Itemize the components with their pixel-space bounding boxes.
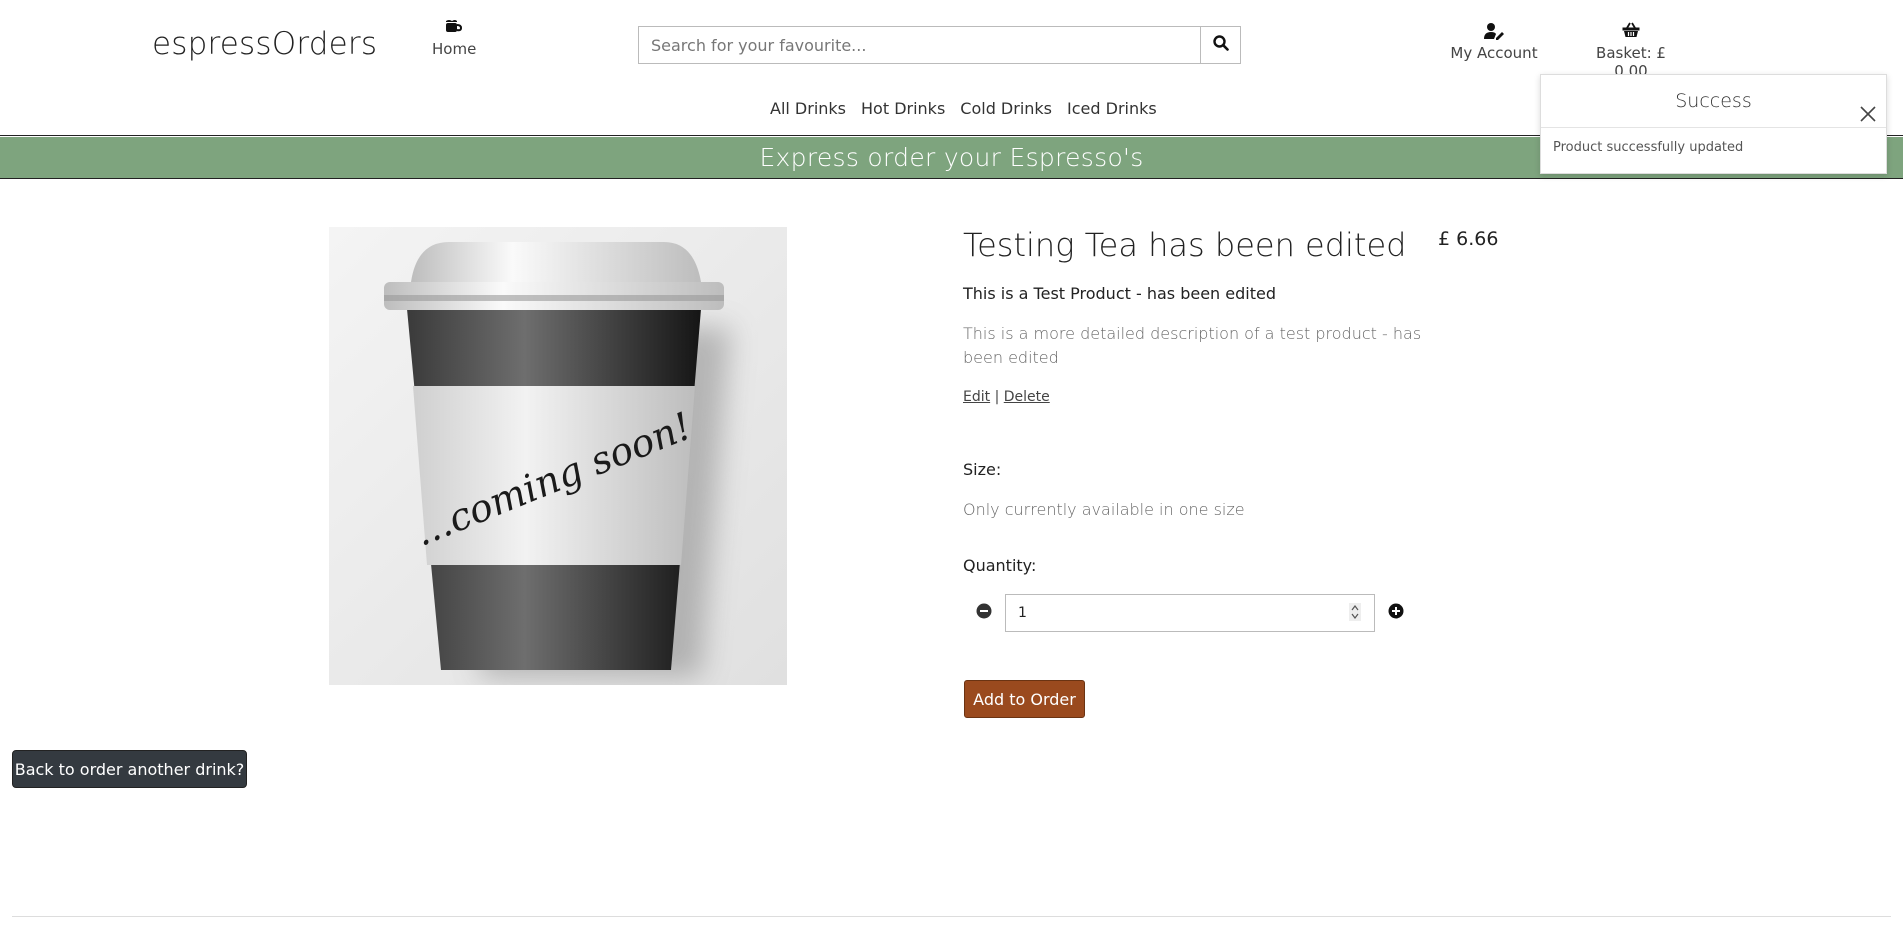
quantity-value: 1 xyxy=(1018,605,1027,621)
size-label: Size: xyxy=(963,460,1002,479)
search-button[interactable] xyxy=(1200,26,1241,64)
nav-basket-link[interactable]: Basket: £ 0.00 xyxy=(1578,22,1684,80)
add-to-order-button[interactable]: Add to Order xyxy=(964,680,1085,718)
category-iced-drinks[interactable]: Iced Drinks xyxy=(1067,99,1157,118)
toast-message: Product successfully updated xyxy=(1553,140,1744,155)
plus-circle-icon xyxy=(1388,603,1404,623)
delete-link[interactable]: Delete xyxy=(1004,389,1050,405)
site-logo[interactable]: espressOrders xyxy=(152,26,377,62)
product-long-description: This is a more detailed description of a… xyxy=(963,324,1422,367)
quantity-label: Quantity: xyxy=(963,556,1037,575)
product-title: Testing Tea has been edited xyxy=(963,226,1407,264)
nav-home-label: Home xyxy=(432,40,477,58)
minus-circle-icon xyxy=(976,603,992,623)
category-nav: All Drinks Hot Drinks Cold Drinks Iced D… xyxy=(770,99,1157,118)
coffee-cup-illustration: ...coming soon! xyxy=(384,242,731,677)
increment-button[interactable] xyxy=(1375,594,1417,632)
nav-home-link[interactable]: Home xyxy=(432,18,477,58)
search-icon xyxy=(1212,35,1229,55)
edit-link[interactable]: Edit xyxy=(963,389,990,405)
decrement-button[interactable] xyxy=(963,594,1005,632)
shopping-basket-icon xyxy=(1578,22,1684,40)
nav-account-link[interactable]: My Account xyxy=(1448,22,1540,62)
search-input[interactable] xyxy=(638,26,1200,64)
user-edit-icon xyxy=(1448,22,1540,40)
search-form xyxy=(638,26,1241,64)
product-image: ...coming soon! xyxy=(329,227,787,685)
category-cold-drinks[interactable]: Cold Drinks xyxy=(960,99,1052,118)
quantity-stepper: 1 xyxy=(963,594,1417,632)
toast-header: Success xyxy=(1541,75,1886,128)
back-to-drinks-button[interactable]: Back to order another drink? xyxy=(12,750,247,788)
toast-title: Success xyxy=(1675,90,1752,112)
quantity-input[interactable]: 1 xyxy=(1005,594,1375,632)
success-toast: Success Product successfully updated xyxy=(1540,74,1887,174)
close-icon[interactable] xyxy=(1858,92,1878,122)
category-hot-drinks[interactable]: Hot Drinks xyxy=(861,99,945,118)
size-info: Only currently available in one size xyxy=(963,500,1245,519)
link-separator: | xyxy=(994,389,1000,405)
product-admin-links: Edit | Delete xyxy=(963,389,1050,405)
footer-divider xyxy=(12,916,1891,917)
product-price: £ 6.66 xyxy=(1438,228,1499,250)
coffee-mug-icon xyxy=(432,18,474,38)
spinner-arrows-icon[interactable] xyxy=(1348,603,1362,623)
nav-account-label: My Account xyxy=(1450,44,1538,62)
product-short-description: This is a Test Product - has been edited xyxy=(963,284,1276,303)
category-all-drinks[interactable]: All Drinks xyxy=(770,99,846,118)
